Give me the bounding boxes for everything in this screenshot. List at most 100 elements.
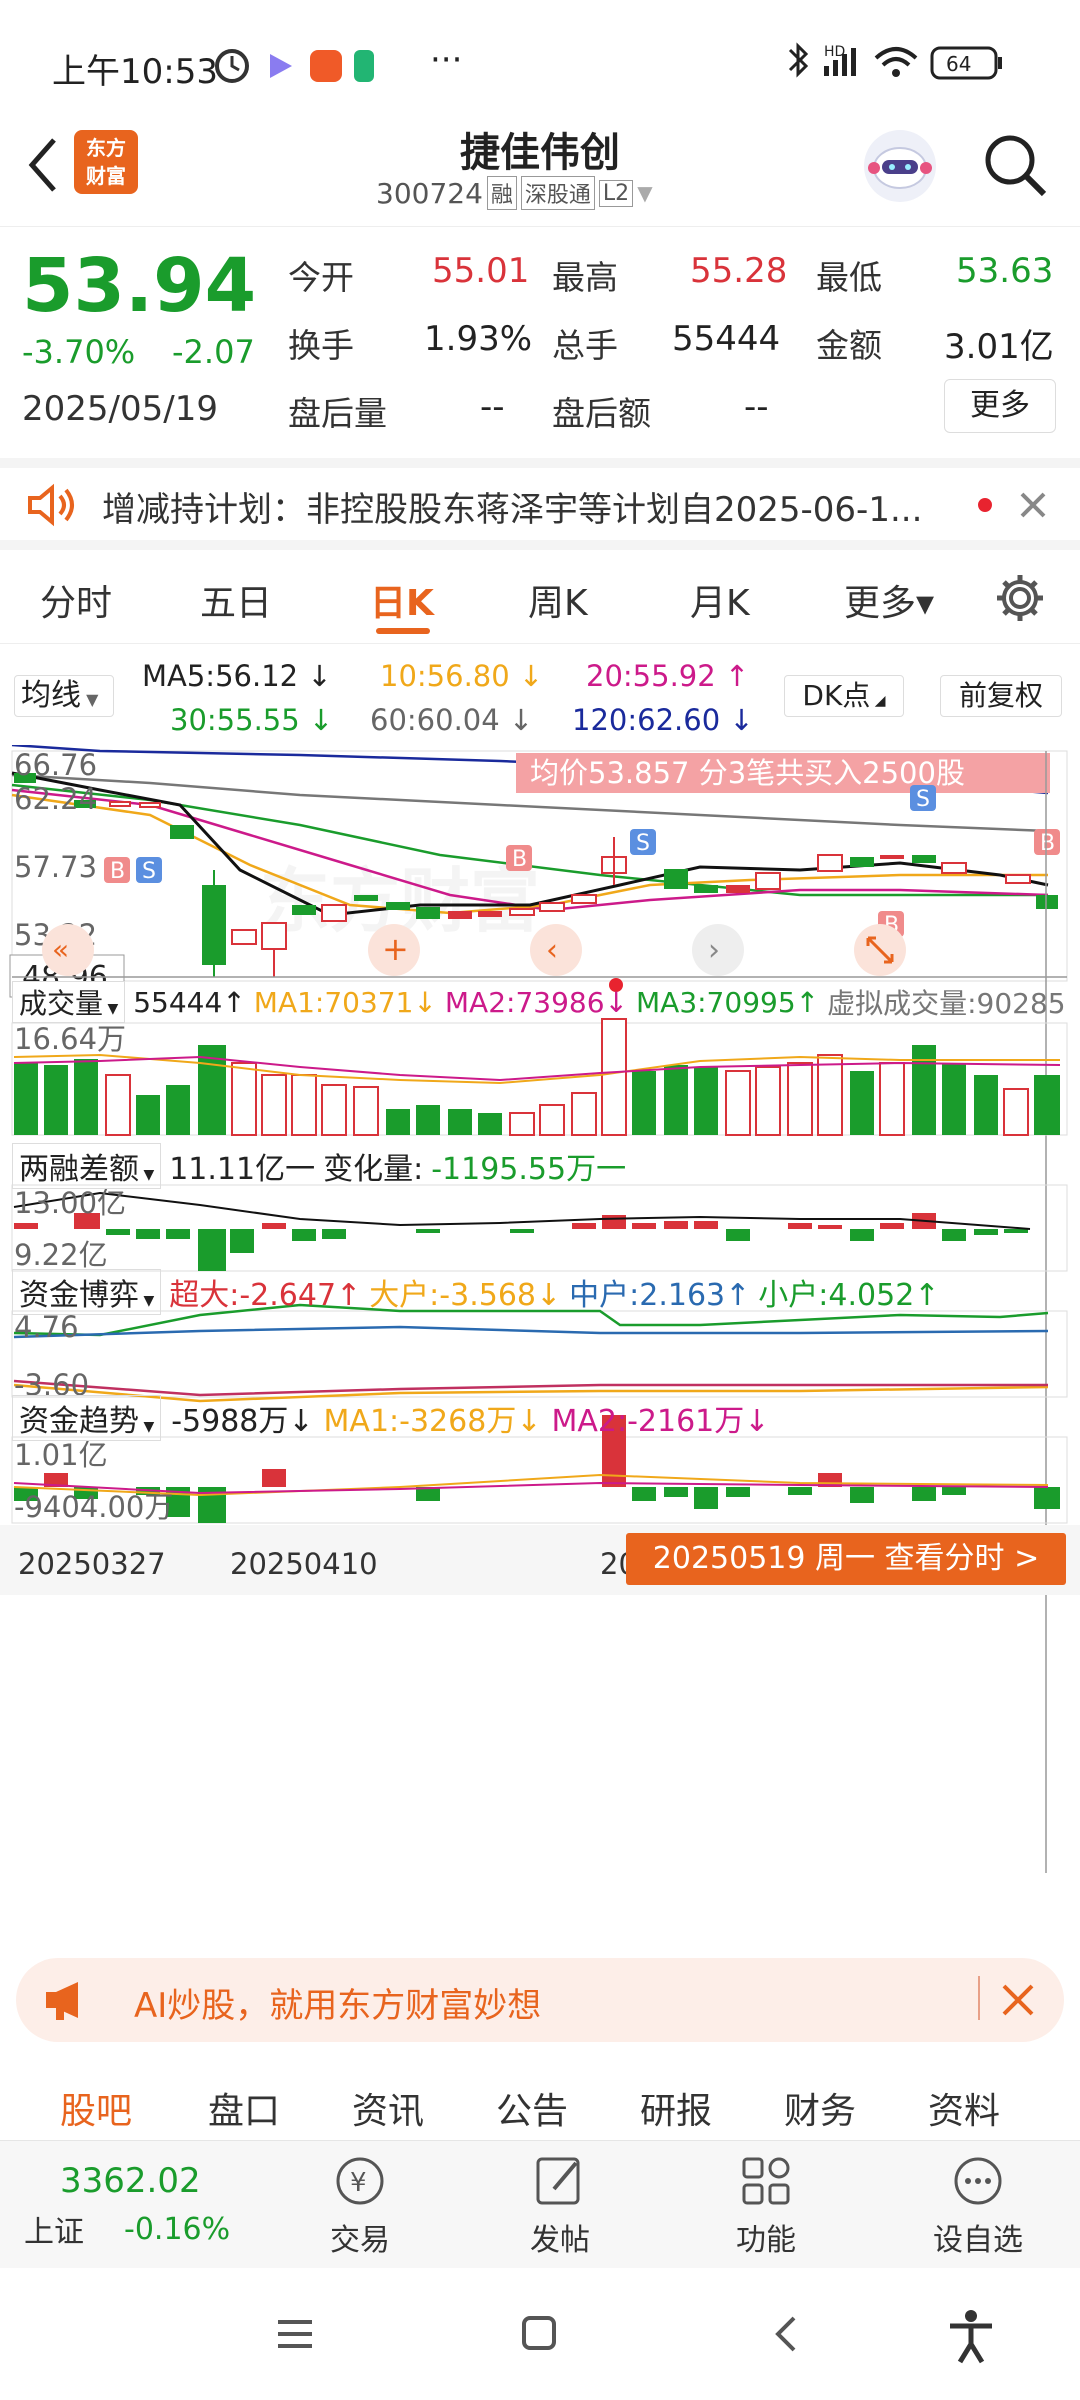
margin-frame: [11, 1184, 1068, 1272]
open-label: 今开: [288, 258, 354, 297]
margin-value: 11.11亿一: [169, 1152, 316, 1187]
unread-dot: [978, 498, 992, 512]
eastmoney-logo[interactable]: 东方 财富: [74, 130, 138, 194]
subtab-guba[interactable]: 股吧: [60, 2082, 132, 2134]
sub-tabs: 股吧 盘口 资讯 公告 研报 财务 资料: [0, 2060, 1080, 2140]
ma60-value: 60:60.04 ↓: [370, 703, 534, 737]
volume-virtual: 虚拟成交量:90285: [827, 987, 1066, 1020]
quote-date: 2025/05/19: [22, 389, 218, 429]
svg-text:64: 64: [946, 52, 971, 76]
volume-ma2: MA2:73986↓: [444, 985, 628, 1019]
more-button[interactable]: 更多: [944, 379, 1056, 433]
ad-close-icon[interactable]: [1000, 1982, 1036, 2018]
subtab-pankou[interactable]: 盘口: [208, 2082, 280, 2134]
ai-ad-banner[interactable]: AI炒股，就用东方财富妙想: [16, 1958, 1064, 2042]
change-value: -2.07: [172, 333, 255, 371]
subtab-profile[interactable]: 资料: [928, 2082, 1000, 2134]
subtab-announce[interactable]: 公告: [496, 2082, 568, 2134]
fund-trend-ma1: MA1:-3268万↓: [323, 1404, 542, 1439]
tag-market: 深股通: [520, 176, 595, 210]
index-value: 3362.02: [60, 2161, 201, 2201]
svg-text:‹: ‹: [546, 933, 558, 968]
volume-panel-header: 成交量 ▼ 55444↑ MA1:70371↓ MA2:73986↓ MA3:7…: [12, 981, 1066, 1023]
bluetooth-icon: [788, 42, 809, 78]
trade-button[interactable]: ¥ 交易: [310, 2151, 410, 2259]
home-icon[interactable]: [514, 2312, 564, 2356]
svg-text:S: S: [142, 859, 156, 884]
notice-bar[interactable]: 增减持计划：非控股股东蒋泽宇等计划自2025-06-1...: [0, 458, 1080, 550]
volume-axis-top: 16.64万: [14, 1022, 126, 1056]
margin-change-label: 变化量:: [323, 1152, 424, 1187]
accessibility-icon[interactable]: [946, 2308, 996, 2364]
app-icon-2: [354, 50, 374, 82]
menu-icon[interactable]: [270, 2312, 320, 2356]
after-amount-value: --: [744, 387, 769, 427]
fund-trend-axis-top: 1.01亿: [14, 1438, 108, 1472]
fund-trend-select[interactable]: 资金趋势 ▼: [12, 1395, 162, 1441]
back-button[interactable]: [20, 130, 64, 200]
adjust-button[interactable]: 前复权: [940, 675, 1062, 717]
fund-mid: 中户:2.163↑: [569, 1278, 751, 1313]
system-nav-bar: [0, 2268, 1080, 2400]
function-button[interactable]: 功能: [716, 2151, 816, 2259]
volume-ma3: MA3:70995↑: [636, 985, 820, 1019]
tab-wuri[interactable]: 五日: [200, 574, 272, 626]
index-name: 上证: [24, 2215, 84, 2250]
kline-chart-area[interactable]: 东方财富 均价53.857 分3笔共买入2500股 66.76 62.24 57…: [0, 743, 1080, 1920]
fund-game-select[interactable]: 资金博弈 ▼: [12, 1269, 162, 1315]
ad-divider: [978, 1976, 980, 2020]
close-icon[interactable]: [1018, 490, 1048, 520]
fund-trend-value: -5988万↓: [171, 1404, 314, 1439]
stock-code-row[interactable]: 300724 融 深股通 L2 ▼: [376, 176, 653, 210]
notice-text: 增减持计划：非控股股东蒋泽宇等计划自2025-06-1...: [102, 490, 923, 530]
tab-more[interactable]: 更多▾: [844, 574, 934, 626]
view-timeshare-button[interactable]: 20250519 周一 查看分时 >: [626, 1533, 1066, 1585]
grid-apps-icon: [742, 2157, 790, 2205]
margin-axis-bottom: 9.22亿: [14, 1238, 108, 1272]
subtab-news[interactable]: 资讯: [352, 2082, 424, 2134]
after-volume-value: --: [480, 387, 505, 427]
stock-name[interactable]: 捷佳伟创: [340, 120, 740, 178]
subtab-research[interactable]: 研报: [640, 2082, 712, 2134]
subtab-finance[interactable]: 财务: [784, 2082, 856, 2134]
margin-select[interactable]: 两融差额 ▼: [12, 1143, 162, 1189]
ma20-value: 20:55.92 ↑: [586, 659, 750, 693]
volume-select[interactable]: 成交量 ▼: [12, 981, 126, 1023]
index-change: -0.16%: [124, 2211, 231, 2247]
fund-trend-ma2: MA2:-2161万↓: [551, 1404, 770, 1439]
volume-ma1: MA1:70371↓: [253, 985, 437, 1019]
stock-header: 东方 财富 捷佳伟创 300724 融 深股通 L2 ▼: [0, 120, 1080, 225]
svg-text:›: ›: [708, 933, 720, 968]
open-value: 55.01: [432, 251, 530, 291]
nav-back-icon[interactable]: [762, 2312, 812, 2356]
speaker-icon: [28, 483, 74, 527]
yen-coin-icon: ¥: [336, 2157, 384, 2205]
after-volume-label: 盘后量: [288, 394, 387, 433]
volume-vol: 55444↑: [133, 985, 246, 1019]
turnover-value: 1.93%: [424, 319, 533, 359]
svg-text:B: B: [110, 859, 125, 884]
after-amount-label: 盘后额: [552, 394, 651, 433]
ma-legend-bar: 均线 ▼ MA5:56.12 ↓ 10:56.80 ↓ 20:55.92 ↑ 3…: [0, 655, 1080, 745]
current-price: 53.94: [22, 243, 257, 329]
svg-text:B: B: [512, 847, 527, 872]
tab-rik[interactable]: 日K: [370, 574, 434, 626]
fund-big: 大户:-3.568↓: [369, 1278, 562, 1313]
svg-text:B: B: [1040, 831, 1055, 856]
dk-point-button[interactable]: DK点 ◢: [784, 675, 904, 717]
svg-text:¥: ¥: [350, 2168, 367, 2198]
fund-game-axis-top: 4.76: [14, 1310, 79, 1344]
add-watchlist-button[interactable]: 设自选: [918, 2151, 1038, 2259]
tab-yuek[interactable]: 月K: [690, 574, 750, 626]
tab-fenshi[interactable]: 分时: [40, 574, 112, 626]
quote-panel: 53.94 -3.70% -2.07 2025/05/19 今开 55.01 最…: [0, 226, 1080, 456]
post-button[interactable]: 发帖: [510, 2151, 610, 2259]
settings-gear-icon[interactable]: [994, 572, 1046, 624]
robot-avatar-icon[interactable]: [860, 126, 940, 206]
price-label-2: 62.24: [14, 782, 97, 816]
tab-zhouk[interactable]: 周K: [528, 574, 588, 626]
index-ticker[interactable]: 3362.02 上证 -0.16%: [24, 2161, 264, 2251]
fund-trend-axis-bottom: -9404.00万: [14, 1490, 173, 1524]
search-icon[interactable]: [980, 130, 1050, 200]
ma-select[interactable]: 均线 ▼: [14, 675, 114, 717]
